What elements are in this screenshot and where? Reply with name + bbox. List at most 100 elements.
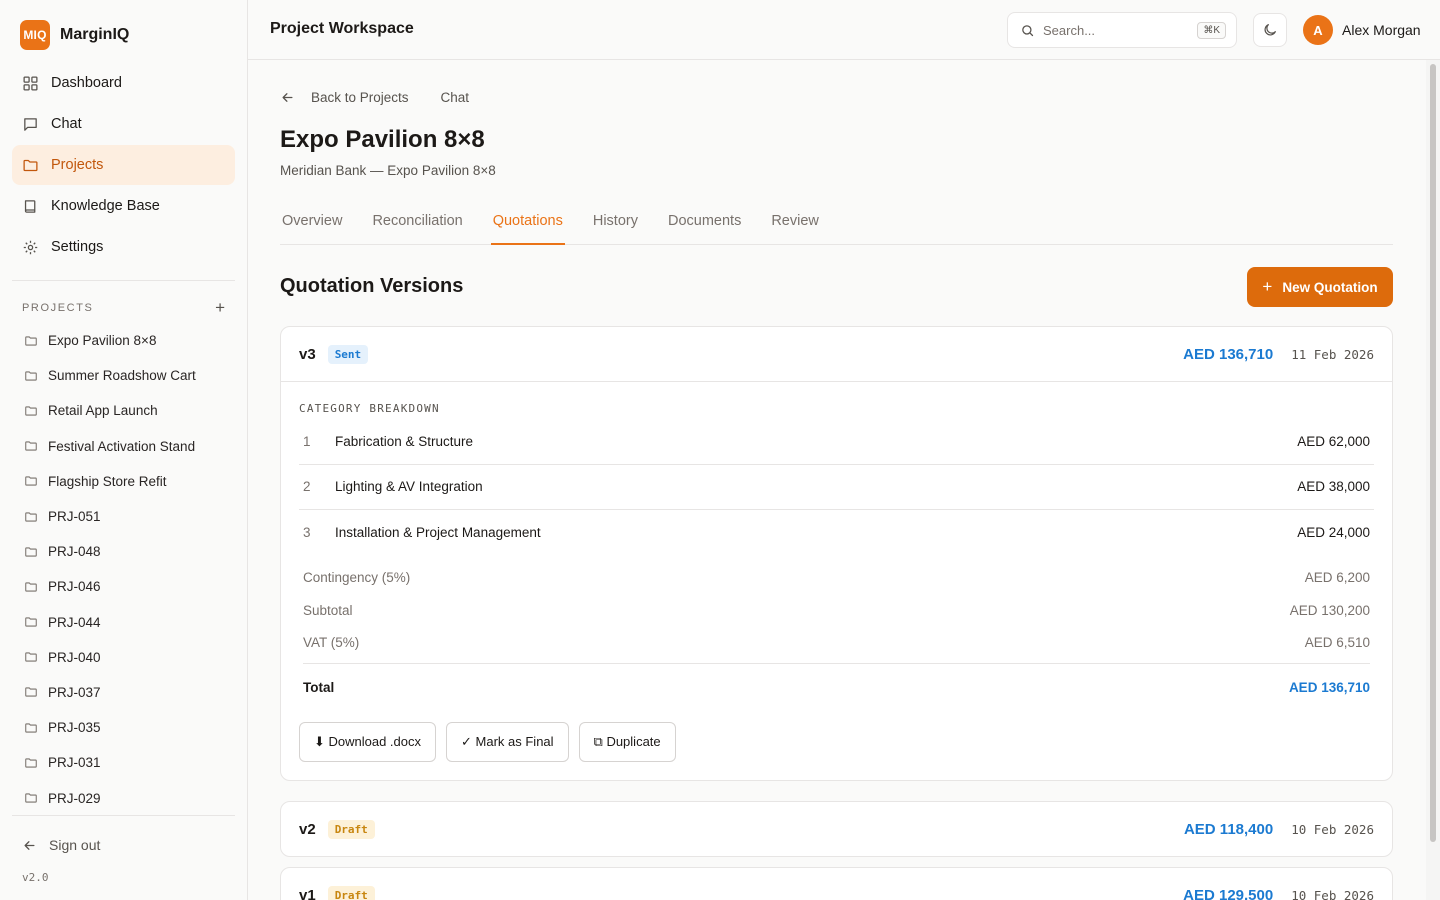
folder-icon (25, 723, 37, 733)
grid-icon (23, 75, 38, 91)
tab-quotations[interactable]: Quotations (490, 207, 565, 245)
user-menu[interactable]: A Alex Morgan (1303, 15, 1421, 45)
project-list-item[interactable]: Expo Pavilion 8×8 (12, 323, 235, 358)
project-list-item[interactable]: PRJ-046 (12, 569, 235, 604)
sidebar: MIQ MarginIQ Dashboard Chat Projects Kno… (0, 0, 248, 900)
category-row: 3 Installation & Project Management AED … (299, 510, 1374, 556)
search-shortcut: ⌘K (1197, 21, 1226, 39)
category-amount: AED 62,000 (1297, 433, 1370, 449)
category-name: Fabrication & Structure (335, 433, 474, 449)
project-name: Expo Pavilion 8×8 (48, 333, 157, 349)
user-name: Alex Morgan (1342, 22, 1421, 38)
project-name: PRJ-051 (48, 509, 101, 525)
project-list-item[interactable]: Summer Roadshow Cart (12, 358, 235, 393)
add-project-button[interactable]: + (215, 298, 225, 318)
arrow-left-icon[interactable] (280, 90, 295, 105)
project-list-item[interactable]: PRJ-029 (12, 780, 235, 813)
sidebar-divider (12, 815, 235, 816)
folder-icon (25, 335, 37, 346)
tab-reconciliation[interactable]: Reconciliation (370, 207, 464, 245)
new-quotation-button[interactable]: + New Quotation (1247, 267, 1393, 307)
sign-out-button[interactable]: Sign out (22, 837, 100, 853)
total-value: AED 136,710 (1288, 679, 1370, 695)
tab-documents[interactable]: Documents (666, 207, 743, 245)
scrollbar-thumb[interactable] (1430, 64, 1436, 842)
total-row: Total AED 136,710 (303, 664, 1370, 710)
project-name: PRJ-037 (48, 684, 101, 700)
project-title: Expo Pavilion 8×8 (280, 126, 485, 153)
vat-row: VAT (5%) AED 6,510 (303, 627, 1370, 660)
category-name: Installation & Project Management (335, 525, 541, 541)
nav-item-label: Dashboard (51, 75, 122, 91)
nav-item-label: Projects (51, 157, 104, 173)
search-box[interactable]: ⌘K (1007, 12, 1237, 48)
category-row: 1 Fabrication & Structure AED 62,000 (299, 419, 1374, 465)
folder-icon (25, 758, 37, 768)
project-list-item[interactable]: PRJ-044 (12, 605, 235, 640)
tab-review[interactable]: Review (769, 207, 821, 245)
quotation-card-v2: v2 Draft AED 118,400 10 Feb 2026 (280, 801, 1393, 857)
new-quotation-label: New Quotation (1282, 279, 1378, 295)
project-list-item[interactable]: PRJ-040 (12, 640, 235, 675)
avatar: A (1303, 15, 1333, 45)
search-input[interactable] (1043, 22, 1183, 38)
summary-label: VAT (5%) (303, 635, 360, 651)
nav-item-settings[interactable]: Settings (12, 227, 235, 267)
mark-as-final-button[interactable]: ✓ Mark as Final (446, 722, 569, 762)
tab-history[interactable]: History (591, 207, 640, 245)
main-content: Back to Projects Chat Expo Pavilion 8×8 … (248, 60, 1426, 900)
subtotal-row: Subtotal AED 130,200 (303, 594, 1370, 627)
quotation-amount: AED 136,710 (1183, 345, 1274, 363)
nav-item-label: Settings (51, 239, 104, 255)
nav-item-projects[interactable]: Projects (12, 145, 235, 185)
top-bar: Project Workspace ⌘K A Alex Morgan (248, 0, 1440, 60)
quotation-header[interactable]: v3 Sent AED 136,710 11 Feb 2026 (281, 327, 1392, 381)
folder-icon (25, 617, 37, 627)
project-name: Festival Activation Stand (48, 438, 196, 454)
arrow-left-icon (24, 840, 35, 850)
project-list-item[interactable]: PRJ-031 (12, 745, 235, 780)
folder-icon (25, 476, 37, 486)
nav-item-knowledge-base[interactable]: Knowledge Base (12, 186, 235, 226)
folder-icon (25, 547, 37, 557)
summary-value: AED 6,510 (1304, 635, 1370, 651)
gear-icon (23, 240, 38, 254)
quotation-header[interactable]: v1 Draft AED 129,500 10 Feb 2026 (281, 868, 1392, 900)
folder-icon (23, 159, 38, 171)
category-number: 1 (303, 433, 311, 449)
project-list-item[interactable]: PRJ-051 (12, 499, 235, 534)
total-label: Total (303, 679, 335, 695)
book-icon (24, 199, 36, 213)
message-icon (24, 117, 37, 131)
projects-heading-label: PROJECTS (22, 302, 94, 314)
status-badge: Draft (327, 819, 375, 839)
category-amount: AED 24,000 (1297, 525, 1370, 541)
version-label: v3 (299, 345, 316, 363)
folder-icon (25, 371, 37, 381)
project-name: PRJ-048 (48, 544, 101, 560)
tab-overview[interactable]: Overview (280, 207, 344, 245)
project-subtitle: Meridian Bank — Expo Pavilion 8×8 (280, 163, 496, 178)
nav-item-label: Knowledge Base (51, 198, 160, 214)
project-list-item[interactable]: PRJ-037 (12, 675, 235, 710)
quotation-header[interactable]: v2 Draft AED 118,400 10 Feb 2026 (281, 802, 1392, 856)
brand[interactable]: MIQ MarginIQ (20, 20, 129, 50)
plus-icon: + (1262, 277, 1273, 296)
project-list-item[interactable]: Festival Activation Stand (12, 429, 235, 464)
project-list-item[interactable]: Flagship Store Refit (12, 464, 235, 499)
project-list-item[interactable]: PRJ-048 (12, 534, 235, 569)
section-title: Quotation Versions (280, 275, 464, 297)
breakdown-label: CATEGORY BREAKDOWN (299, 402, 440, 415)
theme-toggle-button[interactable] (1253, 13, 1287, 47)
back-to-projects-link[interactable]: Back to Projects (311, 90, 409, 105)
project-list-item[interactable]: Retail App Launch (12, 393, 235, 428)
project-list-item[interactable]: PRJ-035 (12, 710, 235, 745)
duplicate-button[interactable]: ⧉ Duplicate (578, 722, 676, 762)
folder-icon (25, 687, 37, 698)
main-scrollbar[interactable] (1426, 60, 1440, 900)
nav-item-dashboard[interactable]: Dashboard (12, 63, 235, 103)
quotation-date: 11 Feb 2026 (1291, 346, 1374, 362)
nav-item-chat[interactable]: Chat (12, 104, 235, 144)
page-title: Project Workspace (270, 20, 414, 37)
download-docx-button[interactable]: ⬇ Download .docx (299, 722, 437, 762)
